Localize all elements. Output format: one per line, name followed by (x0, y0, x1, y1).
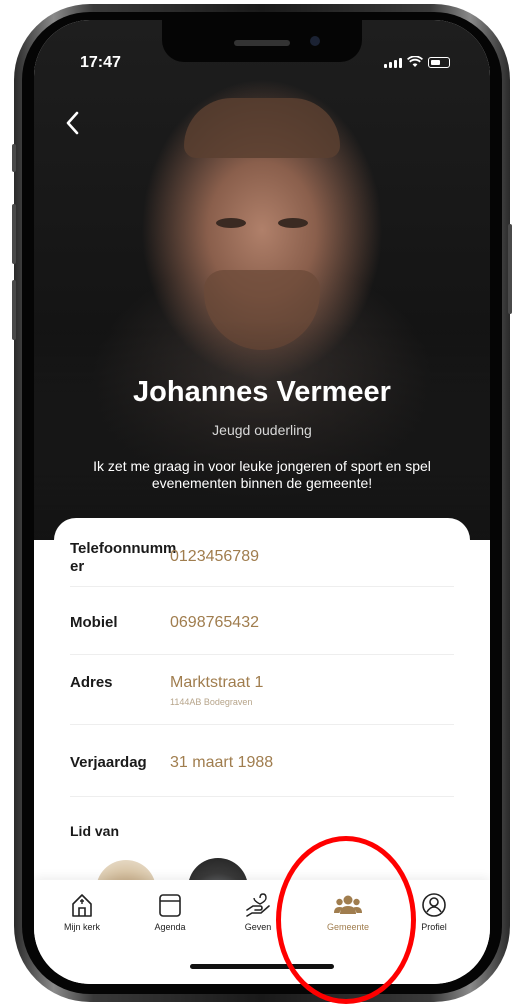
profile-name: Johannes Vermeer (133, 376, 391, 408)
notch (162, 20, 362, 62)
status-icons (384, 56, 450, 68)
volume-down-button (12, 280, 16, 340)
giving-icon (246, 893, 270, 917)
front-camera (310, 36, 320, 46)
mute-switch (12, 144, 16, 172)
status-time: 17:47 (80, 54, 121, 71)
detail-value[interactable]: Marktstraat 1 (170, 674, 263, 692)
photo-eye-left (216, 218, 246, 228)
back-chevron-icon[interactable] (64, 110, 80, 142)
detail-row-mobile[interactable]: Mobiel 0698765432 (70, 586, 454, 655)
detail-label: Mobiel (70, 614, 118, 631)
detail-label: Verjaardag (70, 754, 147, 771)
power-button (508, 224, 512, 314)
profile-bio: Ik zet me graag in voor leuke jongeren o… (93, 458, 431, 491)
tab-label: Mijn kerk (63, 922, 100, 932)
highlight-circle (276, 836, 416, 1004)
photo-eye-right (278, 218, 308, 228)
tab-label: Agenda (154, 922, 186, 932)
tab-mijn-kerk[interactable]: Mijn kerk (44, 892, 120, 932)
wifi-icon (407, 56, 423, 67)
profile-role: Jeugd ouderling (212, 422, 312, 438)
calendar-icon (159, 894, 181, 917)
photo-hair (184, 98, 340, 158)
detail-row-phone[interactable]: Telefoonnumm er 0123456789 (70, 518, 454, 587)
tab-agenda[interactable]: Agenda (132, 892, 208, 932)
church-icon (72, 894, 92, 917)
speaker-grille (234, 40, 290, 46)
volume-up-button (12, 204, 16, 264)
detail-label: Telefoonnumm er (70, 540, 177, 575)
member-of-label: Lid van (70, 823, 120, 839)
battery-icon (428, 57, 450, 68)
detail-row-address[interactable]: Adres Marktstraat 1 1144AB Bodegraven (70, 654, 454, 725)
signal-icon (384, 58, 402, 68)
detail-value[interactable]: 0123456789 (170, 548, 259, 566)
detail-label: Adres (70, 674, 113, 691)
detail-subvalue: 1144AB Bodegraven (170, 697, 253, 707)
detail-row-birthday: Verjaardag 31 maart 1988 (70, 724, 454, 797)
contact-card: Telefoonnumm er 0123456789 Mobiel 069876… (54, 518, 470, 920)
detail-value[interactable]: 0698765432 (170, 614, 259, 632)
profile-icon (422, 893, 446, 917)
detail-value: 31 maart 1988 (170, 754, 274, 771)
app-screen: 17:47 Johannes Vermeer Jeugd ouderling I… (34, 20, 490, 984)
